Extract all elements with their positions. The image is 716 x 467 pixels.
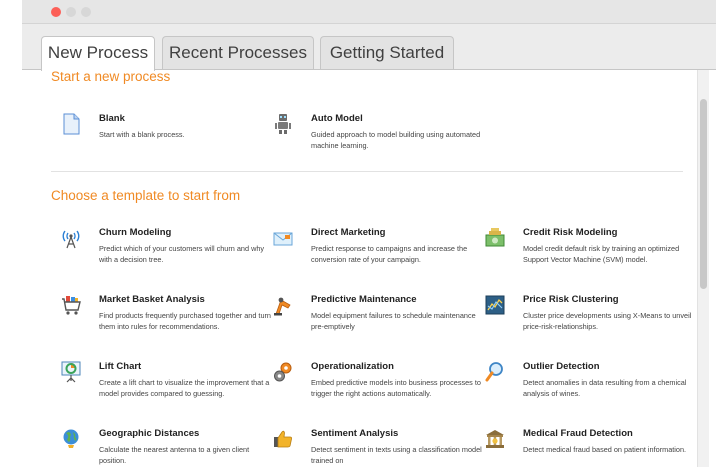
card-title: Direct Marketing [311, 227, 386, 238]
card-title: Price Risk Clustering [523, 294, 619, 305]
scrollbar-thumb[interactable] [700, 99, 707, 289]
tab-recent-processes[interactable]: Recent Processes [162, 36, 314, 70]
card-description: Find products frequently purchased toget… [99, 311, 271, 331]
chart-icon [485, 295, 505, 315]
globe-icon [63, 429, 79, 448]
tab-getting-started[interactable]: Getting Started [320, 36, 454, 70]
card-title: Auto Model [311, 113, 363, 124]
card-description: Detect medical fraud based on patient in… [523, 445, 687, 454]
tab-new-process[interactable]: New Process [41, 36, 155, 71]
shopping-cart-icon [62, 296, 81, 315]
magnifier-icon [485, 362, 503, 382]
new-process-panel: Start a new process Blank Start with a b… [35, 69, 695, 467]
section-divider [51, 171, 683, 172]
document-icon [63, 113, 80, 135]
close-window-button[interactable] [51, 7, 61, 17]
card-title: Lift Chart [99, 361, 142, 372]
crane-icon [274, 297, 291, 316]
vertical-scrollbar[interactable] [697, 69, 709, 467]
card-title: Sentiment Analysis [311, 428, 399, 439]
robot-icon [275, 114, 291, 134]
card-title: Blank [99, 113, 125, 124]
card-description: Predict which of your customers will chu… [99, 244, 265, 264]
section-title-new-process: Start a new process [51, 69, 171, 84]
card-description: Model credit default risk by training an… [523, 244, 680, 264]
presentation-icon [61, 361, 81, 383]
card-description: Calculate the nearest antenna to a given… [99, 445, 250, 465]
card-title: Operationalization [311, 361, 394, 372]
card-title: Churn Modeling [99, 227, 172, 238]
section-title-templates: Choose a template to start from [51, 188, 241, 203]
minimize-window-button[interactable] [66, 7, 76, 17]
card-description: Cluster price developments using X-Means… [523, 311, 692, 331]
money-icon [485, 228, 505, 247]
card-description: Guided approach to model building using … [311, 130, 481, 150]
card-description: Detect sentiment in texts using a classi… [311, 445, 482, 465]
bank-icon [486, 430, 504, 448]
thumbs-up-icon [274, 430, 292, 448]
card-description: Predict response to campaigns and increa… [311, 244, 468, 264]
gears-icon [274, 362, 292, 382]
card-title: Outlier Detection [523, 361, 600, 372]
maximize-window-button[interactable] [81, 7, 91, 17]
card-title: Geographic Distances [99, 428, 200, 439]
card-title: Market Basket Analysis [99, 294, 205, 305]
card-description: Detect anomalies in data resulting from … [523, 378, 687, 398]
card-title: Medical Fraud Detection [523, 428, 633, 439]
card-description: Create a lift chart to visualize the imp… [99, 378, 270, 398]
envelope-icon [273, 232, 293, 246]
antenna-icon [62, 230, 80, 249]
tab-bar: New Process Recent Processes Getting Sta… [22, 24, 716, 71]
card-description: Model equipment failures to schedule mai… [311, 311, 476, 331]
card-title: Credit Risk Modeling [523, 227, 618, 238]
card-description: Embed predictive models into business pr… [311, 378, 481, 398]
window-titlebar [22, 0, 716, 24]
card-description: Start with a blank process. [99, 130, 185, 139]
card-title: Predictive Maintenance [311, 294, 417, 305]
